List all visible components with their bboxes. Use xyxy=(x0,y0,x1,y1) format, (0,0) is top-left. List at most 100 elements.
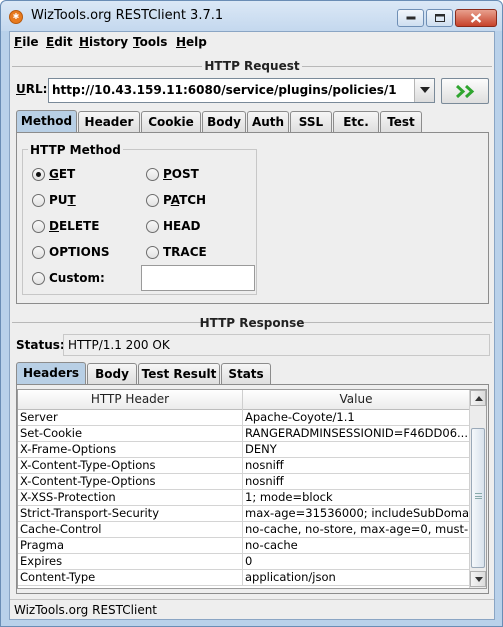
table-row[interactable]: Cache-Control no-cache, no-store, max-age… xyxy=(18,522,470,538)
radio-label-put[interactable]: PUT xyxy=(49,193,76,207)
table-row[interactable]: Set-Cookie RANGERADMINSESSIONID=F46DD06..… xyxy=(18,426,470,442)
header-name-cell: Set-Cookie xyxy=(18,426,243,442)
custom-method-input[interactable] xyxy=(141,265,255,291)
status-value: HTTP/1.1 200 OK xyxy=(68,338,170,352)
table-row[interactable]: X-Content-Type-Options nosniff xyxy=(18,458,470,474)
header-name-cell: Strict-Transport-Security xyxy=(18,506,243,522)
radio-post[interactable] xyxy=(146,168,159,181)
table-row[interactable]: Content-Type application/json xyxy=(18,570,470,586)
menu-file[interactable]: File xyxy=(14,35,39,49)
maximize-button[interactable] xyxy=(426,9,453,27)
radio-label-post[interactable]: POST xyxy=(163,167,199,181)
tab-response-body[interactable]: Body xyxy=(87,363,137,385)
minimize-icon xyxy=(406,16,415,20)
tab-cookie[interactable]: Cookie xyxy=(141,111,201,133)
header-value-cell: 0 xyxy=(243,554,470,570)
header-name-cell: Server xyxy=(18,410,243,426)
menu-bar: File Edit History Tools Help xyxy=(10,32,494,54)
chevron-up-icon xyxy=(475,396,483,401)
radio-label-custom[interactable]: Custom: xyxy=(49,271,105,285)
menu-tools[interactable]: Tools xyxy=(133,35,167,49)
radio-trace[interactable] xyxy=(146,246,159,259)
table-row[interactable]: X-Content-Type-Options nosniff xyxy=(18,474,470,490)
http-method-group-title: HTTP Method xyxy=(28,143,123,157)
table-row[interactable]: Server Apache-Coyote/1.1 xyxy=(18,410,470,426)
radio-head[interactable] xyxy=(146,220,159,233)
header-name-cell: X-Frame-Options xyxy=(18,442,243,458)
radio-label-options[interactable]: OPTIONS xyxy=(49,245,110,259)
menu-edit[interactable]: Edit xyxy=(46,35,73,49)
status-bar-text: WizTools.org RESTClient xyxy=(14,603,158,617)
client-area: File Edit History Tools Help HTTP Reques… xyxy=(9,31,495,620)
title-bar[interactable]: ✱ WizTools.org RESTClient 3.7.1 xyxy=(1,1,502,31)
header-value-cell: 1; mode=block xyxy=(243,490,470,506)
tab-ssl[interactable]: SSL xyxy=(290,111,332,133)
response-section-title: HTTP Response xyxy=(199,316,305,330)
column-header-value[interactable]: Value xyxy=(243,390,470,410)
header-value-cell: DENY xyxy=(243,442,470,458)
header-name-cell: X-XSS-Protection xyxy=(18,490,243,506)
header-value-cell: no-cache xyxy=(243,538,470,554)
column-header-http-header[interactable]: HTTP Header xyxy=(18,390,243,410)
close-icon xyxy=(470,13,482,23)
tab-headers[interactable]: Headers xyxy=(16,362,86,385)
header-name-cell: X-Content-Type-Options xyxy=(18,474,243,490)
header-value-cell: RANGERADMINSESSIONID=F46DD06... xyxy=(245,426,470,442)
request-tabbar: Method Header Cookie Body Auth SSL Etc. … xyxy=(16,110,488,133)
vertical-scrollbar[interactable] xyxy=(469,390,486,588)
radio-label-delete[interactable]: DELETE xyxy=(49,219,99,233)
radio-label-head[interactable]: HEAD xyxy=(163,219,201,233)
header-name-cell: Content-Type xyxy=(18,570,243,586)
url-input[interactable]: http://10.43.159.11:6080/service/plugins… xyxy=(48,78,435,103)
url-history-dropdown[interactable] xyxy=(414,79,434,102)
app-icon: ✱ xyxy=(9,10,23,24)
tab-test-result[interactable]: Test Result xyxy=(138,363,220,385)
radio-label-patch[interactable]: PATCH xyxy=(163,193,206,207)
send-request-button[interactable] xyxy=(441,78,489,104)
radio-label-trace[interactable]: TRACE xyxy=(163,245,207,259)
window-title: WizTools.org RESTClient 3.7.1 xyxy=(31,8,224,23)
tab-test[interactable]: Test xyxy=(380,111,422,133)
radio-get[interactable] xyxy=(32,168,45,181)
tab-method[interactable]: Method xyxy=(16,110,77,133)
status-bar: WizTools.org RESTClient xyxy=(10,599,494,619)
scroll-up-button[interactable] xyxy=(470,390,486,406)
tab-body[interactable]: Body xyxy=(202,111,246,133)
status-label: Status: xyxy=(16,338,65,352)
table-row[interactable]: Strict-Transport-Security max-age=3153600… xyxy=(18,506,470,522)
header-name-cell: Pragma xyxy=(18,538,243,554)
tab-stats[interactable]: Stats xyxy=(221,363,271,385)
response-tabbar: Headers Body Test Result Stats xyxy=(16,362,488,385)
close-button[interactable] xyxy=(455,9,497,27)
table-row[interactable]: Expires 0 xyxy=(18,554,470,570)
minimize-button[interactable] xyxy=(397,9,424,27)
radio-delete[interactable] xyxy=(32,220,45,233)
app-window: ✱ WizTools.org RESTClient 3.7.1 File Edi… xyxy=(0,0,503,627)
chevron-down-icon xyxy=(475,577,483,582)
radio-options[interactable] xyxy=(32,246,45,259)
table-row[interactable]: X-Frame-Options DENY xyxy=(18,442,470,458)
tab-header[interactable]: Header xyxy=(78,111,140,133)
table-row[interactable]: Pragma no-cache xyxy=(18,538,470,554)
menu-history[interactable]: History xyxy=(79,35,128,49)
menu-help[interactable]: Help xyxy=(176,35,207,49)
header-name-cell: X-Content-Type-Options xyxy=(18,458,243,474)
tab-etc[interactable]: Etc. xyxy=(333,111,379,133)
scroll-down-button[interactable] xyxy=(470,571,486,587)
url-value[interactable]: http://10.43.159.11:6080/service/plugins… xyxy=(52,83,407,97)
radio-patch[interactable] xyxy=(146,194,159,207)
scrollbar-thumb[interactable] xyxy=(471,428,485,568)
header-name-cell: Expires xyxy=(18,554,243,570)
radio-label-get[interactable]: GET xyxy=(49,167,75,181)
header-value-cell: max-age=31536000; includeSubDoma... xyxy=(245,506,470,522)
response-headers-table: HTTP Header Value Server Apache-Coyote/1.… xyxy=(17,389,487,589)
status-field: HTTP/1.1 200 OK xyxy=(63,334,490,356)
table-header: HTTP Header Value xyxy=(18,390,470,410)
table-row[interactable]: X-XSS-Protection 1; mode=block xyxy=(18,490,470,506)
radio-custom[interactable] xyxy=(32,272,45,285)
chevron-down-icon xyxy=(420,87,430,93)
radio-put[interactable] xyxy=(32,194,45,207)
header-value-cell: no-cache, no-store, max-age=0, must-r... xyxy=(245,522,470,538)
tab-auth[interactable]: Auth xyxy=(247,111,289,133)
header-value-cell: application/json xyxy=(243,570,470,586)
